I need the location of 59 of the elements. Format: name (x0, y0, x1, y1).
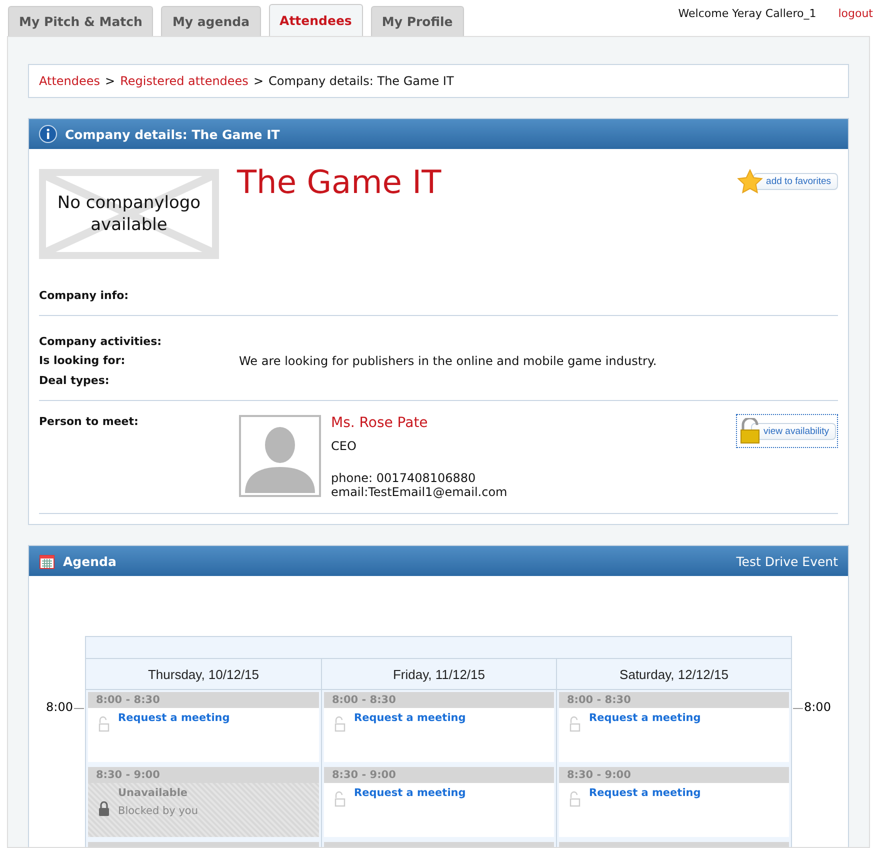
time-slot[interactable]: 8:30 - 9:00 Request a meeting (324, 767, 554, 837)
field-value: We are looking for publishers in the online and mobile game industry. (239, 354, 657, 368)
slot-time: 8:00 - 8:30 (88, 692, 319, 708)
person-name: Ms. Rose Pate (331, 415, 429, 431)
slot-time: 8:00 - 8:30 (559, 692, 789, 708)
logout-link[interactable]: logout (838, 7, 873, 20)
star-icon (737, 169, 764, 194)
slot-time: 8:00 - 8:30 (324, 692, 554, 708)
day-header: Friday, 11/12/15 (322, 659, 556, 690)
calendar-icon (39, 553, 55, 569)
unlocked-lock-icon (569, 791, 581, 807)
time-slot[interactable]: 8:00 - 8:30 Request a meeting (88, 692, 319, 762)
slot-time: 8:30 - 9:00 (324, 767, 554, 783)
slot-time: 8:30 - 9:00 (88, 767, 319, 783)
time-slot[interactable]: 8:00 - 8:30 Request a meeting (324, 692, 554, 762)
breadcrumb-current: Company details: The Game IT (268, 74, 454, 88)
unlocked-lock-icon (569, 716, 581, 732)
time-slot[interactable]: 8:30 - 9:00 Request a meeting (559, 767, 789, 837)
request-meeting-link[interactable]: Request a meeting (118, 712, 230, 724)
company-name: The Game IT (237, 163, 442, 201)
field-label: Person to meet: (39, 415, 140, 430)
person-email: email:TestEmail1@email.com (331, 485, 508, 499)
day-header: Thursday, 10/12/15 (86, 659, 321, 690)
day-header: Saturday, 12/12/15 (557, 659, 791, 690)
padlock-icon (738, 418, 761, 444)
nav-tab[interactable]: My Profile (370, 6, 464, 36)
request-meeting-link[interactable]: Request a meeting (589, 787, 701, 799)
nav-tab[interactable]: My agenda (161, 6, 261, 36)
logo-placeholder-text: No companylogo available (56, 192, 202, 236)
breadcrumb-separator: > (105, 74, 116, 88)
nav-tab[interactable]: My Pitch & Match (8, 6, 154, 36)
person-title: CEO (331, 439, 358, 453)
lock-icon (98, 801, 110, 817)
field-label: Company info: (39, 289, 130, 302)
request-meeting-link[interactable]: Request a meeting (589, 712, 701, 724)
nav-tab[interactable]: Attendees (268, 4, 363, 36)
welcome-text: Welcome Yeray Callero_1 (678, 7, 816, 20)
unlocked-lock-icon (334, 791, 346, 807)
field-label: Is looking for: (39, 354, 126, 368)
breadcrumb-separator: > (253, 74, 264, 88)
breadcrumb-link[interactable]: Attendees (39, 74, 100, 88)
event-name: Test Drive Event (736, 554, 838, 568)
request-meeting-link[interactable]: Request a meeting (354, 787, 466, 799)
field-label: Company activities: (39, 335, 163, 348)
info-icon (39, 125, 57, 143)
unlocked-lock-icon (334, 716, 346, 732)
slot-time: 8:30 - 9:00 (559, 767, 789, 783)
panel-title: Agenda (63, 554, 118, 568)
hour-label: 8:00 (804, 700, 832, 714)
request-meeting-link[interactable]: Request a meeting (354, 712, 466, 724)
slot-note: Blocked by you (118, 805, 198, 817)
unlocked-lock-icon (98, 716, 110, 732)
time-slot[interactable]: 8:00 - 8:30 Request a meeting (559, 692, 789, 762)
hour-label: 8:00 (45, 700, 73, 714)
breadcrumb-link[interactable]: Registered attendees (120, 74, 248, 88)
panel-title: Company details: The Game IT (65, 126, 281, 142)
person-phone: phone: 0017408106880 (331, 471, 477, 485)
slot-status: Unavailable (118, 787, 189, 799)
field-label: Deal types: (39, 374, 110, 387)
